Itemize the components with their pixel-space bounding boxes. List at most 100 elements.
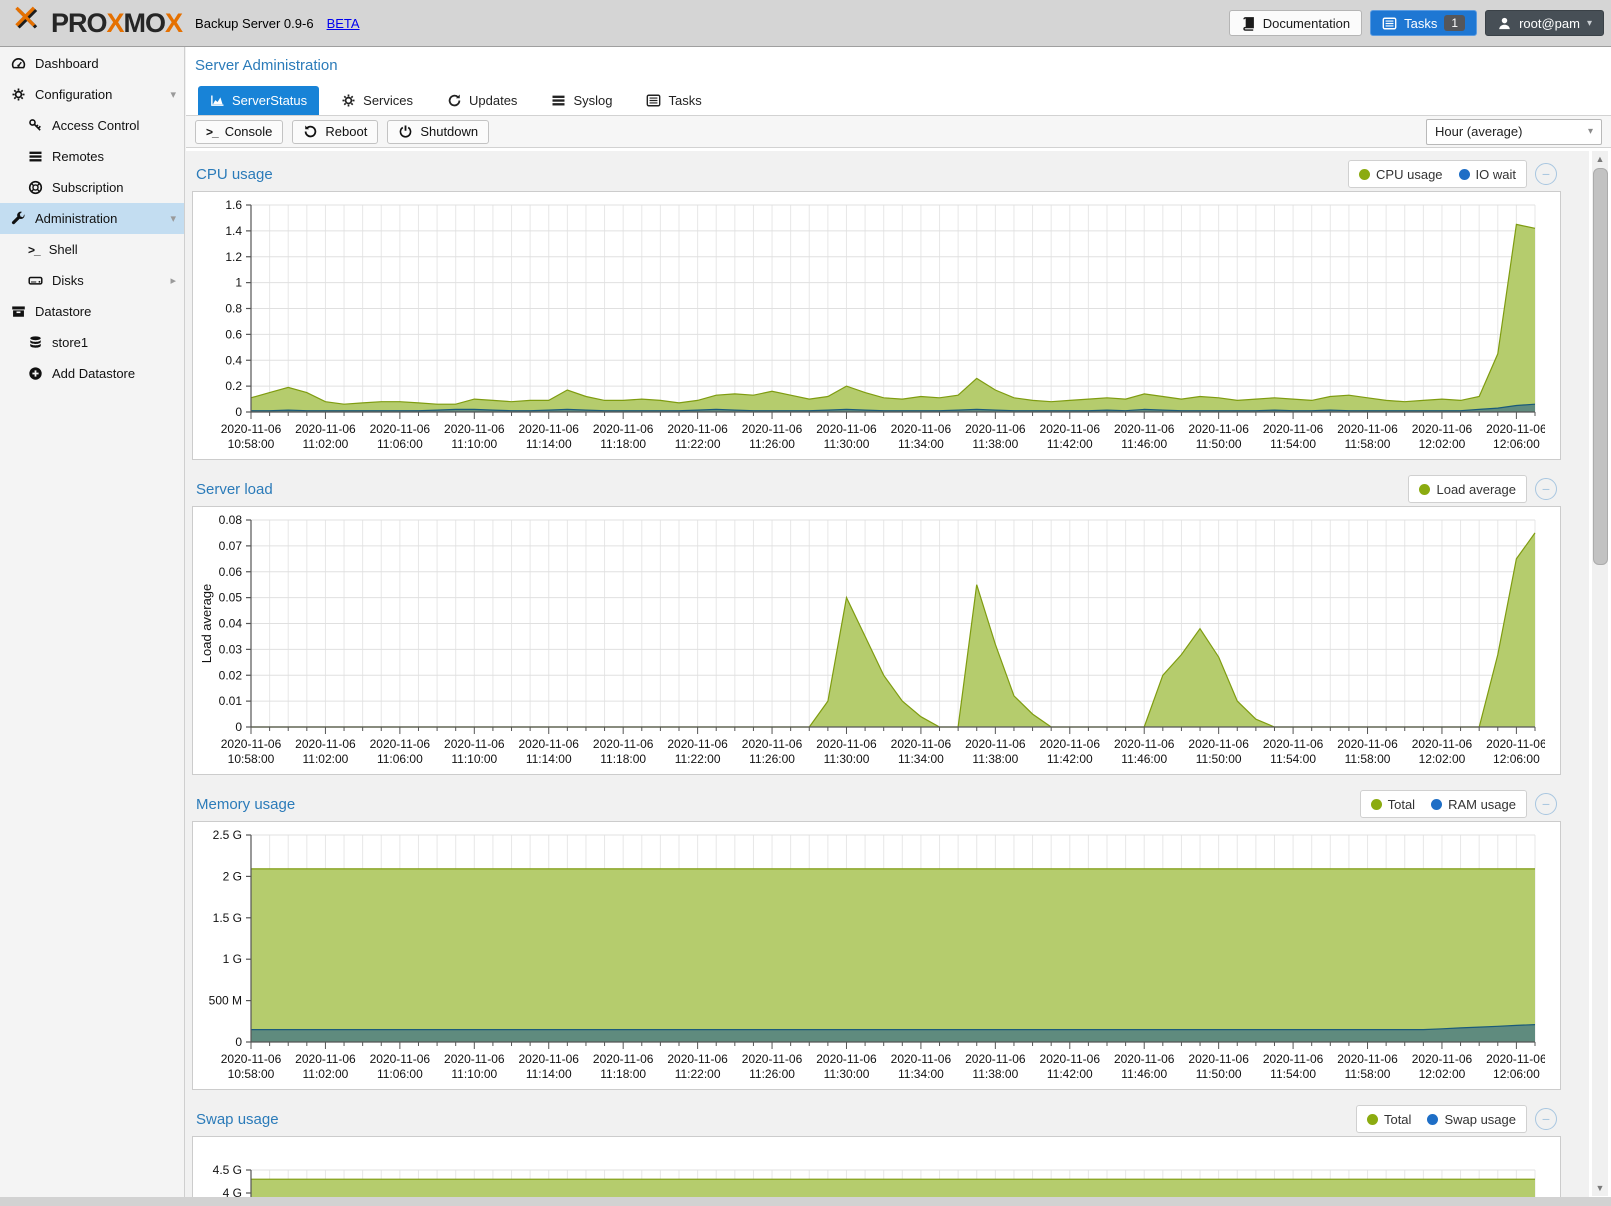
svg-text:0: 0 [235, 1035, 242, 1049]
svg-text:2020-11-06: 2020-11-06 [1337, 1052, 1398, 1066]
svg-text:2020-11-06: 2020-11-06 [816, 1052, 877, 1066]
documentation-button[interactable]: Documentation [1229, 10, 1362, 36]
power-icon [398, 124, 413, 139]
legend-item[interactable]: Total [1371, 797, 1415, 812]
tab-services[interactable]: Services [329, 86, 425, 115]
sidebar-item-add-datastore[interactable]: Add Datastore [0, 358, 184, 389]
sidebar-item-disks[interactable]: Disks▸ [0, 265, 184, 296]
tab-syslog[interactable]: Syslog [539, 86, 624, 115]
svg-text:11:34:00: 11:34:00 [898, 752, 944, 766]
tab-serverstatus[interactable]: ServerStatus [198, 86, 319, 115]
svg-text:11:14:00: 11:14:00 [526, 1067, 572, 1081]
header-buttons: Documentation Tasks 1 root@pam ▾ [1229, 10, 1611, 36]
svg-text:2020-11-06: 2020-11-06 [1263, 422, 1324, 436]
sidebar-item-datastore[interactable]: Datastore [0, 296, 184, 327]
legend-dot [1431, 799, 1442, 810]
scroll-down-arrow[interactable]: ▼ [1592, 1180, 1608, 1196]
svg-text:10:58:00: 10:58:00 [228, 437, 275, 451]
tab-updates[interactable]: Updates [435, 86, 529, 115]
vertical-scrollbar[interactable]: ▲ ▼ [1592, 151, 1608, 1196]
sidebar-item-label: Shell [49, 242, 78, 257]
svg-text:2020-11-06: 2020-11-06 [1114, 422, 1175, 436]
scrollbar-thumb[interactable] [1593, 168, 1608, 565]
chart-svg-server-load: 00.010.020.030.040.050.060.070.082020-11… [197, 512, 1545, 767]
product-subtitle: Backup Server 0.9-6 [195, 16, 314, 31]
svg-text:11:06:00: 11:06:00 [377, 1067, 423, 1081]
svg-text:11:10:00: 11:10:00 [451, 1067, 497, 1081]
svg-text:11:06:00: 11:06:00 [377, 437, 423, 451]
caret-down-icon: ▾ [170, 88, 176, 101]
user-menu-button[interactable]: root@pam ▾ [1485, 10, 1604, 36]
svg-text:11:18:00: 11:18:00 [600, 752, 646, 766]
shutdown-button[interactable]: Shutdown [387, 120, 489, 144]
legend-dot [1371, 799, 1382, 810]
svg-text:11:38:00: 11:38:00 [972, 752, 1018, 766]
proxmox-logo: ✕✕ PROXMOX Backup Server 0.9-6 BETA [0, 6, 360, 40]
svg-text:2.5 G: 2.5 G [213, 828, 242, 842]
legend-item[interactable]: IO wait [1459, 167, 1516, 182]
gears-icon [341, 93, 356, 108]
collapse-panel-button[interactable]: − [1535, 1108, 1557, 1130]
timeframe-value: Hour (average) [1435, 124, 1522, 139]
svg-text:2020-11-06: 2020-11-06 [1188, 737, 1249, 751]
svg-text:2020-11-06: 2020-11-06 [1263, 737, 1324, 751]
sidebar-item-label: Add Datastore [52, 366, 135, 381]
rows-icon [551, 93, 566, 108]
chart-svg-memory-usage: 0500 M1 G1.5 G2 G2.5 G2020-11-0610:58:00… [197, 827, 1545, 1082]
svg-text:2020-11-06: 2020-11-06 [742, 422, 803, 436]
tab-tasks[interactable]: Tasks [634, 86, 713, 115]
svg-text:2020-11-06: 2020-11-06 [1188, 422, 1249, 436]
collapse-panel-button[interactable]: − [1535, 163, 1557, 185]
sidebar-item-subscription[interactable]: Subscription [0, 172, 184, 203]
svg-text:2020-11-06: 2020-11-06 [518, 737, 579, 751]
beta-link[interactable]: BETA [327, 16, 360, 31]
svg-text:0.03: 0.03 [219, 642, 243, 656]
svg-text:2020-11-06: 2020-11-06 [1337, 422, 1398, 436]
proxmox-x-icon: ✕✕ [10, 6, 44, 40]
sidebar-item-access-control[interactable]: Access Control [0, 110, 184, 141]
sidebar-item-administration[interactable]: Administration▾ [0, 203, 184, 234]
svg-text:11:46:00: 11:46:00 [1121, 1067, 1167, 1081]
list-icon [646, 93, 661, 108]
tasks-button[interactable]: Tasks 1 [1370, 10, 1477, 36]
svg-text:2020-11-06: 2020-11-06 [1486, 1052, 1545, 1066]
button-label: Reboot [325, 124, 367, 139]
svg-text:0.2: 0.2 [225, 379, 242, 393]
collapse-panel-button[interactable]: − [1535, 478, 1557, 500]
svg-text:11:50:00: 11:50:00 [1196, 1067, 1242, 1081]
svg-text:11:26:00: 11:26:00 [749, 752, 795, 766]
toolbar: >_Console Reboot Shutdown Hour (average) ▾ [186, 115, 1611, 148]
sidebar-item-store1[interactable]: store1 [0, 327, 184, 358]
terminal-icon: >_ [206, 125, 218, 139]
legend-item[interactable]: Swap usage [1427, 1112, 1516, 1127]
reboot-button[interactable]: Reboot [292, 120, 378, 144]
scroll-up-arrow[interactable]: ▲ [1592, 151, 1608, 167]
svg-text:2020-11-06: 2020-11-06 [444, 422, 505, 436]
legend-item[interactable]: Total [1367, 1112, 1411, 1127]
sidebar-item-dashboard[interactable]: Dashboard [0, 48, 184, 79]
console-button[interactable]: >_Console [195, 120, 283, 144]
timeframe-select[interactable]: Hour (average) ▾ [1426, 119, 1602, 145]
rows-icon [28, 149, 43, 164]
collapse-panel-button[interactable]: − [1535, 793, 1557, 815]
sidebar-nav: DashboardConfiguration▾ Access Control Rem… [0, 47, 185, 1197]
svg-text:0.6: 0.6 [225, 327, 242, 341]
svg-text:2020-11-06: 2020-11-06 [221, 737, 282, 751]
sidebar-item-configuration[interactable]: Configuration▾ [0, 79, 184, 110]
sidebar-item-shell[interactable]: >_ Shell [0, 234, 184, 265]
svg-text:11:30:00: 11:30:00 [824, 752, 870, 766]
legend-item[interactable]: CPU usage [1359, 167, 1442, 182]
svg-text:2020-11-06: 2020-11-06 [1337, 737, 1398, 751]
svg-text:2020-11-06: 2020-11-06 [667, 422, 728, 436]
svg-text:2020-11-06: 2020-11-06 [667, 1052, 728, 1066]
legend-item[interactable]: RAM usage [1431, 797, 1516, 812]
svg-text:1.5 G: 1.5 G [213, 911, 242, 925]
chart-svg-cpu-usage: 00.20.40.60.811.21.41.62020-11-0610:58:0… [197, 197, 1545, 452]
sidebar-item-label: Access Control [52, 118, 139, 133]
svg-text:11:02:00: 11:02:00 [303, 752, 349, 766]
legend-item[interactable]: Load average [1419, 482, 1516, 497]
svg-text:1 G: 1 G [223, 952, 242, 966]
sidebar-item-remotes[interactable]: Remotes [0, 141, 184, 172]
terminal-icon: >_ [28, 243, 40, 257]
logo-wordmark: PROXMOX [51, 8, 182, 39]
